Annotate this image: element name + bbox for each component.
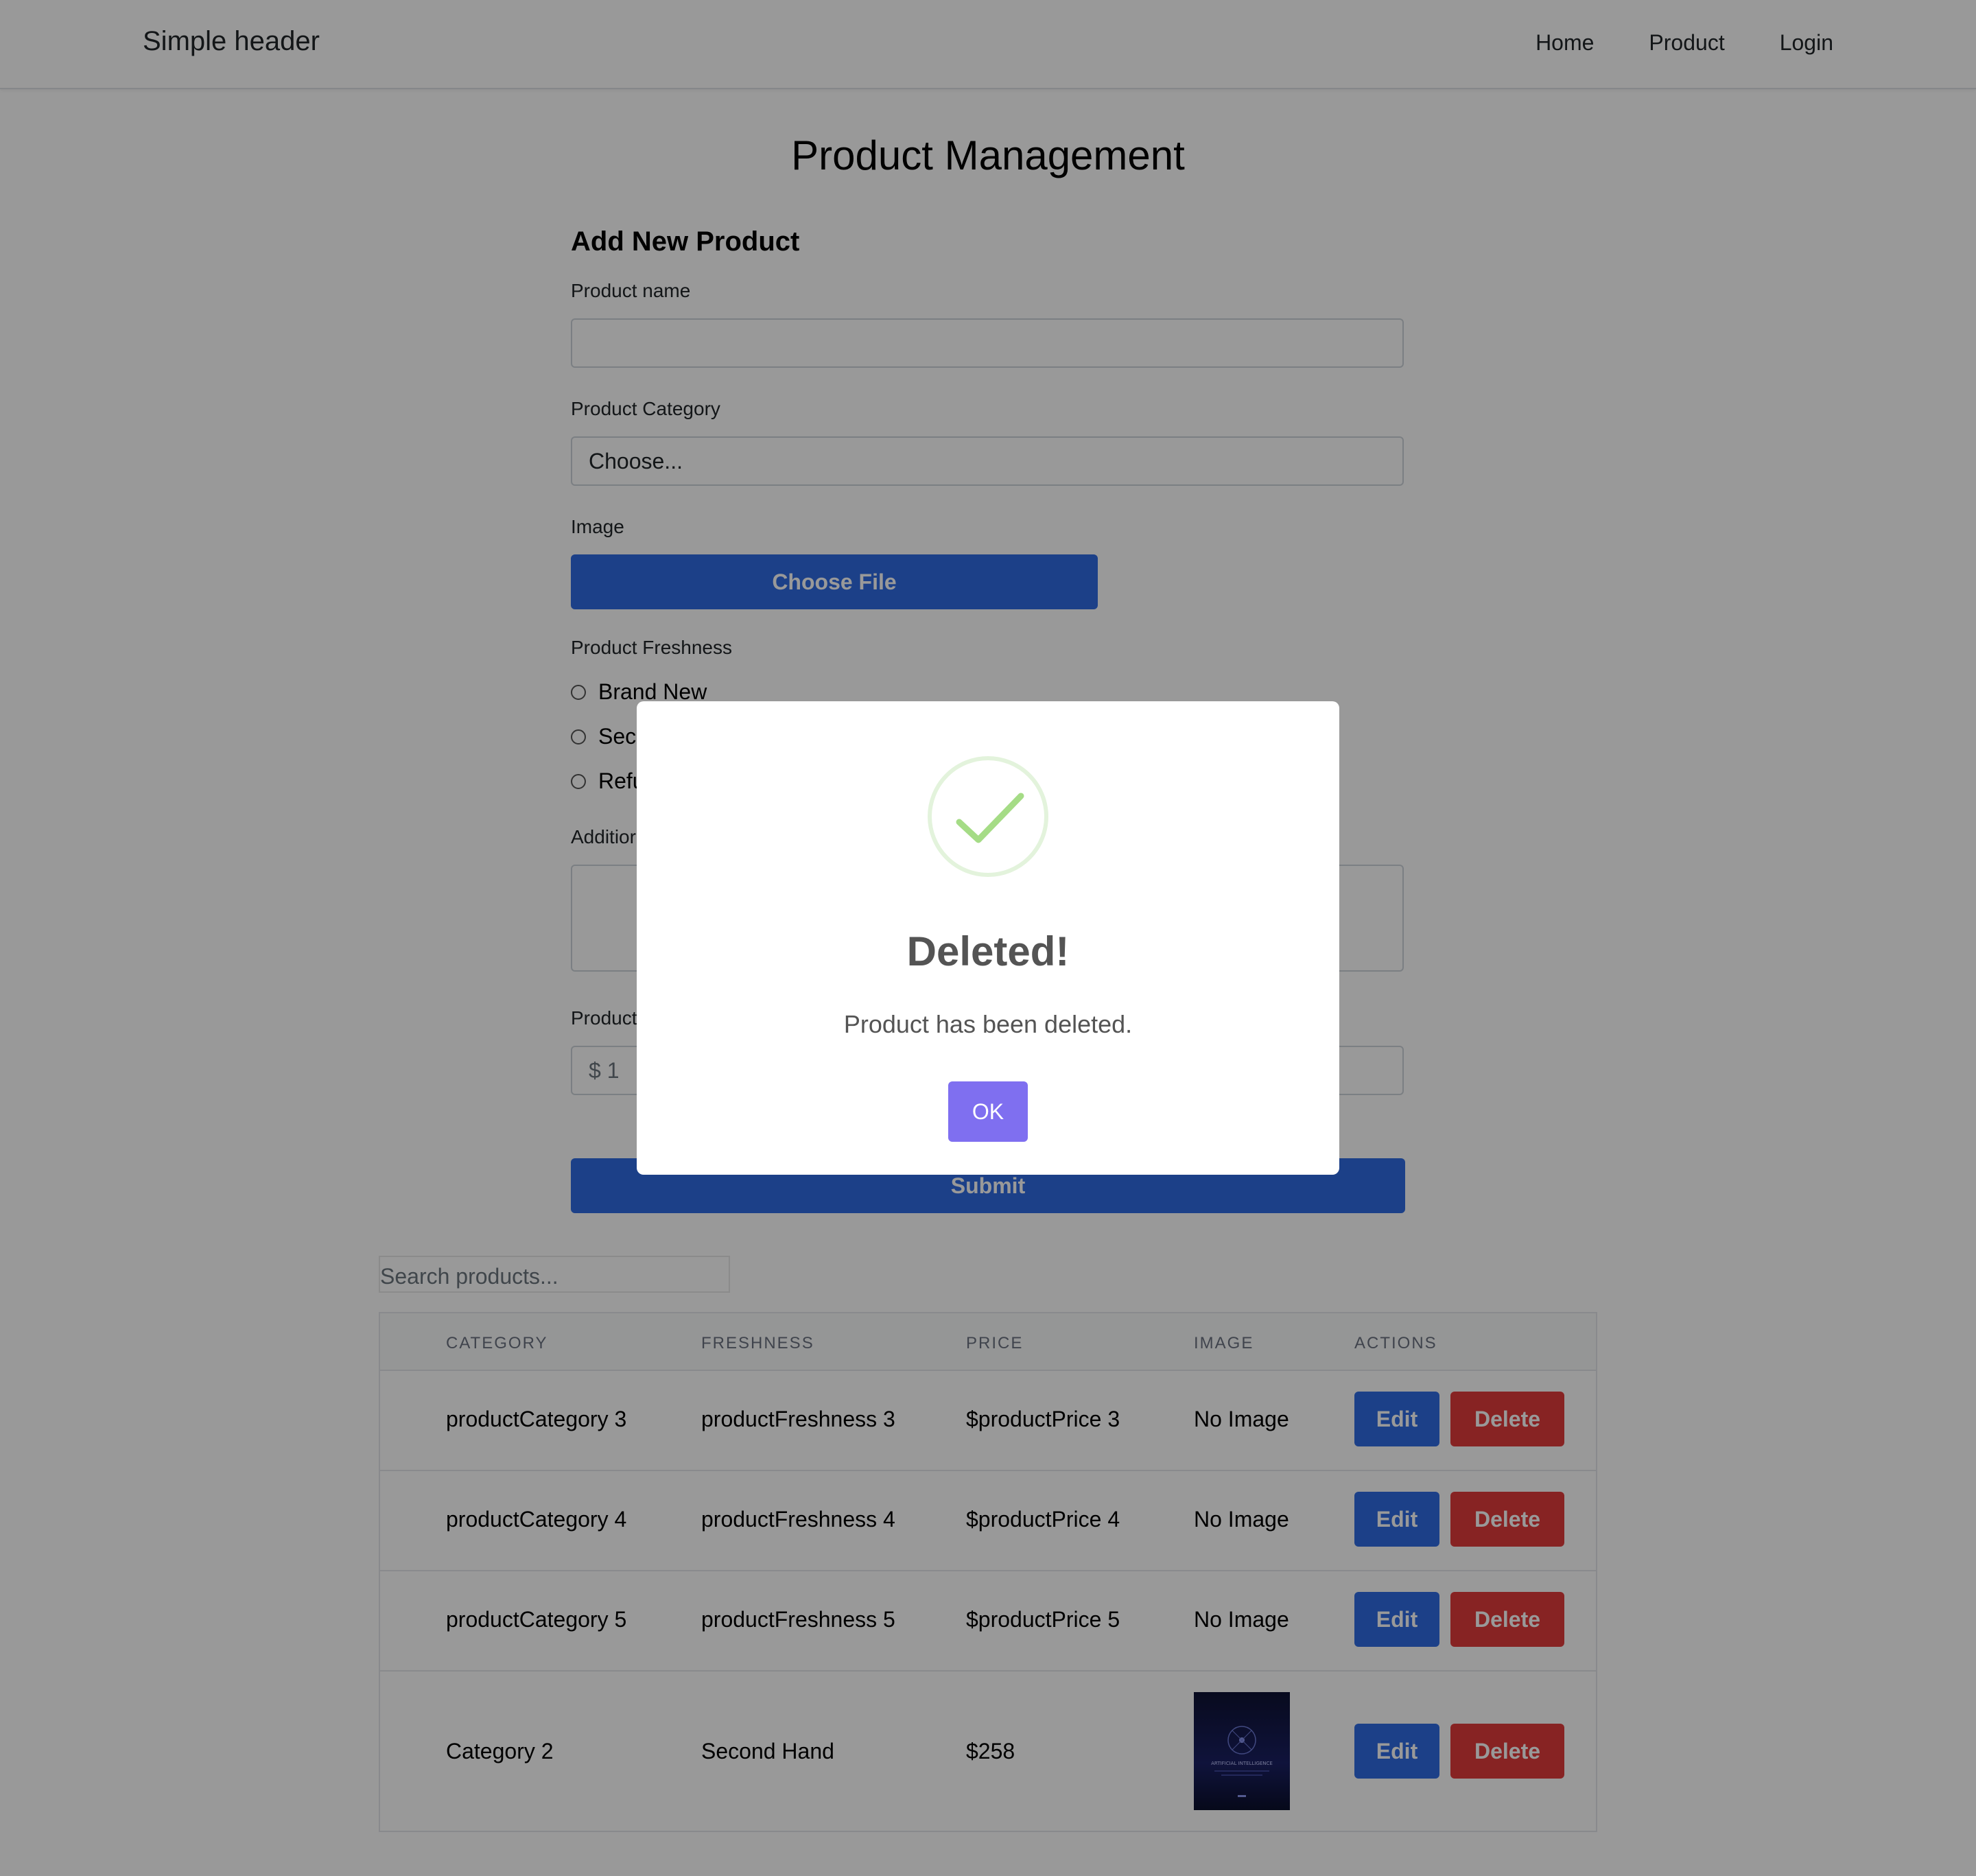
success-check-icon — [928, 756, 1048, 877]
dialog-title: Deleted! — [906, 928, 1070, 974]
page: Simple header Home Product Login Product… — [0, 0, 1976, 1876]
ok-button[interactable]: OK — [948, 1081, 1028, 1142]
check-mark-graphic — [956, 793, 1024, 843]
success-dialog: Deleted! Product has been deleted. OK — [637, 701, 1339, 1175]
dialog-message: Product has been deleted. — [843, 1010, 1133, 1038]
